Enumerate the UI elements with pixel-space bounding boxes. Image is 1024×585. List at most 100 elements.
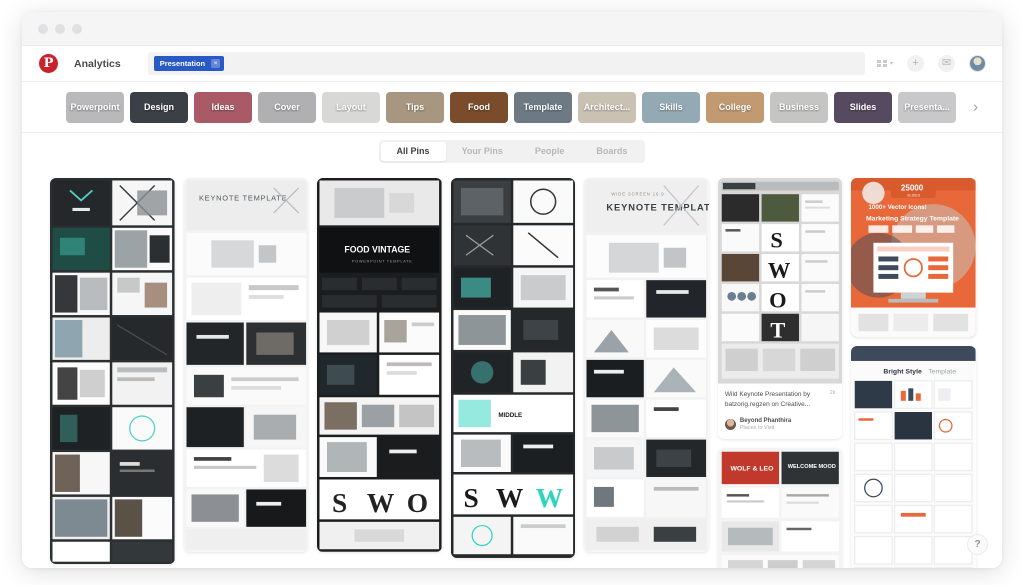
pin-column-4: MIDDLE S W W	[450, 178, 576, 558]
category-chip-food[interactable]: Food	[450, 91, 508, 123]
pin-image: 25000 SLIDES 1000+ Vector Icons! Marketi…	[851, 178, 977, 338]
category-label: College	[718, 102, 752, 112]
category-chip-presentation[interactable]: Presenta...	[898, 91, 956, 123]
category-chip-template[interactable]: Template	[514, 91, 572, 123]
search-zone: Presentation ×	[147, 52, 866, 75]
pin-card[interactable]: WOLF & LEO WELCOME MOOD	[717, 448, 843, 568]
category-label: Ideas	[211, 102, 235, 112]
browser-window: P Analytics Presentation × ▾ + ✉ Powerpo…	[22, 12, 1002, 568]
message-icon[interactable]: ✉	[938, 55, 955, 72]
svg-text:1000+ Vector Icons!: 1000+ Vector Icons!	[869, 204, 927, 211]
category-label: Design	[143, 102, 174, 112]
pin-image: WIDE SCREEN 16:9 KEYNOTE TEMPLATE	[584, 178, 709, 552]
category-chip-powerpoint[interactable]: Powerpoint	[66, 91, 124, 123]
svg-text:W: W	[535, 483, 562, 513]
category-chip-business[interactable]: Business	[770, 91, 828, 123]
category-chip-slides[interactable]: Slides	[834, 91, 892, 123]
tab-all-pins[interactable]: All Pins	[380, 142, 446, 161]
svg-text:O: O	[769, 288, 786, 313]
pin-card[interactable]: MIDDLE S W W	[450, 178, 576, 558]
chevron-right-icon[interactable]: ›	[973, 99, 978, 116]
svg-text:Template: Template	[929, 369, 957, 376]
category-chip-design[interactable]: Design	[130, 91, 188, 123]
pin-card[interactable]: 25000 SLIDES 1000+ Vector Icons! Marketi…	[851, 178, 977, 338]
category-label: Business	[778, 102, 820, 112]
pin-card[interactable]: KEYNOTE TEMPLATE	[183, 178, 309, 552]
pin-card[interactable]: FOOD VINTAGE POWERPOINT TEMPLATE S W O	[317, 178, 442, 552]
search-tag-label: Presentation	[159, 59, 206, 68]
category-label: Layout	[336, 102, 366, 112]
user-avatar-icon[interactable]	[969, 55, 986, 72]
category-label: Template	[523, 102, 563, 112]
svg-text:Bright Style: Bright Style	[884, 369, 923, 376]
svg-text:T: T	[770, 317, 785, 342]
save-count: 2k	[829, 389, 836, 396]
pin-image: S W O T	[717, 178, 843, 384]
svg-text:FOOD VINTAGE: FOOD VINTAGE	[345, 245, 411, 255]
pin-image: WOLF & LEO WELCOME MOOD	[717, 448, 843, 568]
close-icon[interactable]: ×	[211, 59, 221, 68]
category-label: Skills	[659, 102, 683, 112]
pin-meta: 2k Wild Keynote Presentation by batzorig…	[718, 384, 843, 440]
category-chip-bar: Powerpoint Design Ideas Cover Layout Tip…	[22, 82, 1002, 133]
category-chip-architecture[interactable]: Architect...	[578, 91, 636, 123]
category-label: Architect...	[583, 102, 631, 112]
svg-text:KEYNOTE TEMPLATE: KEYNOTE TEMPLATE	[199, 193, 287, 202]
svg-text:WIDE SCREEN 16:9: WIDE SCREEN 16:9	[612, 191, 665, 196]
pin-user-name: Beyond Phanthira	[739, 417, 792, 424]
tab-boards[interactable]: Boards	[580, 142, 643, 161]
window-maximize-button[interactable]	[72, 23, 82, 34]
pin-column-7: 25000 SLIDES 1000+ Vector Icons! Marketi…	[851, 178, 977, 568]
header-actions: ▾ + ✉	[877, 55, 986, 72]
chevron-down-icon: ▾	[889, 61, 893, 67]
svg-text:Marketing Strategy Template: Marketing Strategy Template	[866, 215, 959, 222]
app-header: P Analytics Presentation × ▾ + ✉	[22, 46, 1002, 82]
window-close-button[interactable]	[38, 23, 48, 34]
pin-column-6: S W O T 2k Wild Keynote Presentation by …	[717, 178, 843, 568]
category-label: Powerpoint	[70, 102, 120, 112]
category-chip-college[interactable]: College	[706, 91, 764, 123]
category-label: Cover	[274, 102, 300, 112]
pin-card[interactable]	[50, 178, 175, 565]
pin-card[interactable]: WIDE SCREEN 16:9 KEYNOTE TEMPLATE	[584, 178, 709, 552]
category-label: Presenta...	[904, 102, 950, 112]
pin-title: Wild Keynote Presentation by batzorig.re…	[724, 390, 811, 408]
svg-text:WELCOME MOOD: WELCOME MOOD	[788, 464, 836, 470]
window-minimize-button[interactable]	[55, 23, 65, 34]
user-avatar-icon	[724, 418, 736, 430]
svg-text:MIDDLE: MIDDLE	[498, 412, 522, 419]
pin-image	[50, 178, 175, 565]
category-chip-tips[interactable]: Tips	[386, 91, 444, 123]
filter-tab-bar: All Pins Your Pins People Boards	[22, 133, 1002, 170]
pinterest-logo-icon[interactable]: P	[39, 54, 58, 73]
tab-your-pins[interactable]: Your Pins	[446, 142, 519, 161]
pin-image: KEYNOTE TEMPLATE	[183, 178, 309, 552]
plus-icon[interactable]: +	[907, 55, 924, 72]
pin-column-1	[50, 178, 175, 565]
category-chip-skills[interactable]: Skills	[642, 91, 700, 123]
svg-text:S: S	[770, 228, 782, 253]
search-tag-presentation[interactable]: Presentation ×	[153, 56, 225, 71]
pin-image: Bright Style Template	[851, 346, 977, 568]
search-input[interactable]: Presentation ×	[147, 52, 866, 75]
svg-text:POWERPOINT TEMPLATE: POWERPOINT TEMPLATE	[352, 259, 413, 264]
pin-board-name: Places to Visit	[739, 424, 775, 431]
grid-view-icon[interactable]: ▾	[877, 59, 893, 68]
help-icon[interactable]: ?	[967, 534, 988, 555]
pin-column-3: FOOD VINTAGE POWERPOINT TEMPLATE S W O	[317, 178, 442, 552]
browser-titlebar	[22, 12, 1002, 46]
svg-text:KEYNOTE TEMPLATE: KEYNOTE TEMPLATE	[607, 202, 709, 212]
category-chip-layout[interactable]: Layout	[322, 91, 380, 123]
pin-card-featured[interactable]: S W O T 2k Wild Keynote Presentation by …	[717, 178, 843, 440]
tab-people[interactable]: People	[519, 142, 581, 161]
filter-tabs: All Pins Your Pins People Boards	[378, 140, 646, 163]
category-chip-cover[interactable]: Cover	[258, 91, 316, 123]
category-chip-ideas[interactable]: Ideas	[194, 91, 252, 123]
pin-card[interactable]: Bright Style Template	[851, 346, 977, 568]
category-label: Food	[468, 102, 490, 112]
pin-image: MIDDLE S W W	[450, 178, 576, 558]
svg-text:25000: 25000	[901, 183, 924, 192]
page-title: Analytics	[74, 57, 121, 70]
pin-user[interactable]: Beyond Phanthira Places to Visit	[724, 417, 836, 433]
category-label: Tips	[405, 102, 425, 112]
